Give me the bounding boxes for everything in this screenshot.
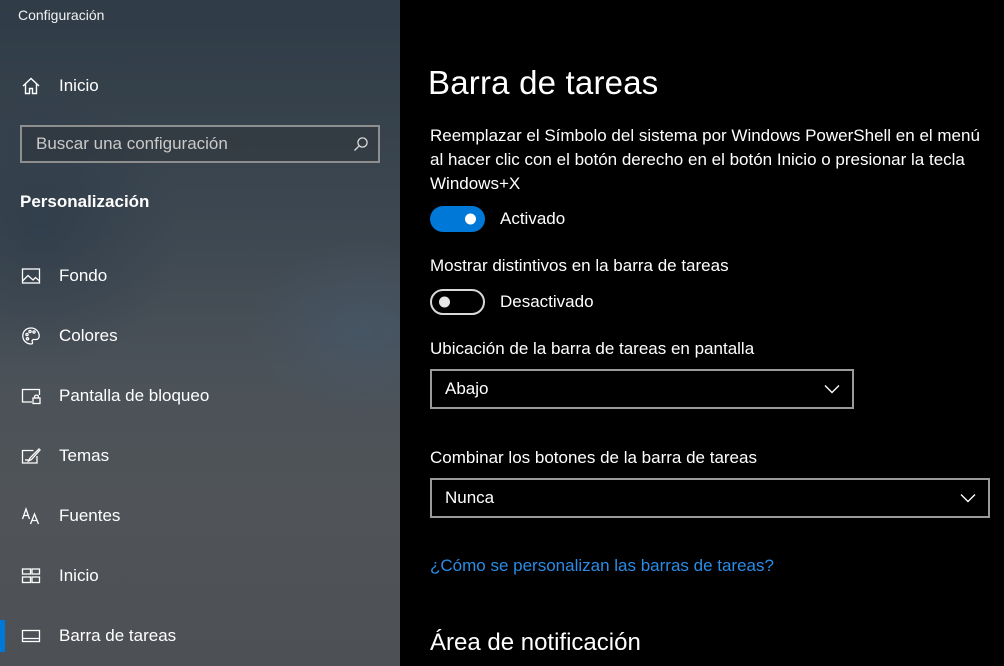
palette-icon bbox=[20, 325, 42, 347]
location-setting-label: Ubicación de la barra de tareas en panta… bbox=[430, 339, 755, 358]
sidebar-item-label: Pantalla de bloqueo bbox=[59, 386, 210, 405]
badges-toggle-row: Desactivado bbox=[430, 289, 594, 315]
taskbar-icon bbox=[20, 625, 42, 647]
picture-icon bbox=[20, 265, 42, 287]
powershell-toggle-state: Activado bbox=[500, 209, 566, 228]
chevron-down-icon bbox=[948, 480, 988, 516]
toggle-knob bbox=[465, 213, 476, 225]
taskbar-help-link[interactable]: ¿Cómo se personalizan las barras de tare… bbox=[430, 556, 774, 576]
powershell-toggle-row: Activado bbox=[430, 206, 565, 232]
badges-setting-label: Mostrar distintivos en la barra de tarea… bbox=[430, 256, 729, 275]
sidebar-item-label: Inicio bbox=[59, 566, 99, 585]
start-icon bbox=[20, 565, 42, 587]
notification-area-heading: Área de notificación bbox=[430, 629, 641, 656]
sidebar-item-barra-de-tareas[interactable]: Barra de tareas bbox=[0, 616, 400, 656]
location-dropdown-value: Abajo bbox=[445, 379, 489, 398]
sidebar-item-inicio[interactable]: Inicio bbox=[0, 556, 400, 596]
fonts-icon bbox=[20, 505, 42, 527]
search-box[interactable] bbox=[20, 125, 380, 163]
sidebar-item-label: Fondo bbox=[59, 266, 108, 285]
combine-dropdown-value: Nunca bbox=[445, 488, 495, 507]
toggle-knob bbox=[439, 296, 450, 308]
powershell-setting-description: Reemplazar el Símbolo del sistema por Wi… bbox=[430, 126, 980, 193]
combine-dropdown[interactable]: Nunca bbox=[430, 478, 990, 518]
sidebar-item-label: Colores bbox=[59, 326, 118, 345]
sidebar-item-label: Temas bbox=[59, 446, 110, 465]
nav-home[interactable]: Inicio bbox=[0, 66, 400, 106]
sidebar-item-temas[interactable]: Temas bbox=[0, 436, 400, 476]
badges-toggle[interactable] bbox=[430, 289, 485, 315]
app-title: Configuración bbox=[18, 7, 105, 23]
sidebar: Configuración Inicio Personalización bbox=[0, 0, 400, 666]
sidebar-item-fondo[interactable]: Fondo bbox=[0, 256, 400, 296]
chevron-down-icon bbox=[812, 371, 852, 407]
location-dropdown[interactable]: Abajo bbox=[430, 369, 854, 409]
badges-toggle-state: Desactivado bbox=[500, 292, 594, 311]
home-icon bbox=[20, 75, 42, 97]
main-content: Barra de tareas Reemplazar el Símbolo de… bbox=[400, 0, 1004, 666]
sidebar-item-colores[interactable]: Colores bbox=[0, 316, 400, 356]
sidebar-item-label: Fuentes bbox=[59, 506, 121, 525]
search-icon[interactable] bbox=[344, 127, 378, 161]
sidebar-item-fuentes[interactable]: Fuentes bbox=[0, 496, 400, 536]
powershell-toggle[interactable] bbox=[430, 206, 485, 232]
section-title: Personalización bbox=[20, 192, 150, 211]
search-input[interactable] bbox=[22, 127, 344, 161]
sidebar-item-label: Barra de tareas bbox=[59, 626, 177, 645]
page-title: Barra de tareas bbox=[428, 64, 659, 101]
lock-screen-icon bbox=[20, 385, 42, 407]
themes-icon bbox=[20, 445, 42, 467]
sidebar-item-pantalla-de-bloqueo[interactable]: Pantalla de bloqueo bbox=[0, 376, 400, 416]
combine-setting-label: Combinar los botones de la barra de tare… bbox=[430, 448, 757, 467]
nav-home-label: Inicio bbox=[59, 76, 99, 95]
